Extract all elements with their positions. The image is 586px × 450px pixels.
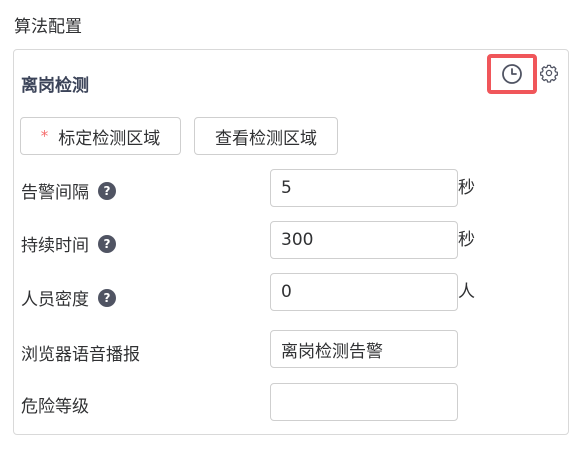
density-label: 人员密度 ? xyxy=(21,285,116,310)
voice-broadcast-input[interactable] xyxy=(270,330,458,368)
page-title: 算法配置 xyxy=(14,17,82,37)
question-mark-icon[interactable]: ? xyxy=(98,288,116,307)
alarm-interval-unit: 秒 xyxy=(458,178,475,198)
density-unit: 人 xyxy=(458,282,475,302)
mark-detection-area-button[interactable]: * 标定检测区域 xyxy=(20,117,181,155)
danger-level-label: 危险等级 xyxy=(21,397,89,417)
density-input[interactable] xyxy=(270,273,458,311)
required-star: * xyxy=(40,127,49,145)
clock-icon xyxy=(502,64,522,84)
duration-label: 持续时间 ? xyxy=(21,231,116,256)
algorithm-config-page: 算法配置 离岗检测 * 标定检测区域 查看检测区域 告警间隔 ? 秒 xyxy=(0,0,586,450)
clock-button[interactable] xyxy=(487,54,537,94)
duration-text: 持续时间 xyxy=(21,236,89,256)
alarm-interval-label: 告警间隔 ? xyxy=(21,178,116,203)
question-mark-icon[interactable]: ? xyxy=(98,181,116,200)
alarm-interval-input[interactable] xyxy=(270,169,458,207)
voice-broadcast-label: 浏览器语音播报 xyxy=(21,345,140,365)
duration-unit: 秒 xyxy=(458,230,475,250)
gear-icon xyxy=(540,64,558,83)
danger-level-input[interactable] xyxy=(270,383,458,421)
density-text: 人员密度 xyxy=(21,290,89,310)
mark-detection-area-label: 标定检测区域 xyxy=(58,128,161,149)
panel-title: 离岗检测 xyxy=(21,76,89,96)
question-mark-icon[interactable]: ? xyxy=(98,234,116,253)
settings-button[interactable] xyxy=(539,63,559,83)
algorithm-config-panel: 离岗检测 * 标定检测区域 查看检测区域 告警间隔 ? 秒 持续时间 ? xyxy=(13,49,569,435)
alarm-interval-text: 告警间隔 xyxy=(21,183,89,203)
duration-input[interactable] xyxy=(270,221,458,259)
view-detection-area-button[interactable]: 查看检测区域 xyxy=(194,117,338,155)
